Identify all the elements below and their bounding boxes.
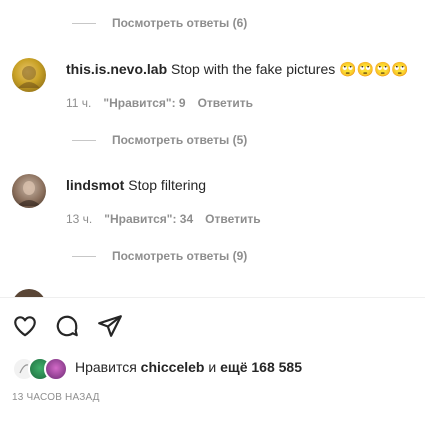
- reply-button[interactable]: Ответить: [198, 96, 253, 110]
- liker-avatar-3: [44, 357, 68, 381]
- comment-time: 13 ч.: [66, 212, 93, 226]
- comment-meta-2: 13 ч. "Нравится": 34 Ответить: [66, 212, 261, 226]
- share-icon[interactable]: [97, 313, 123, 344]
- comment-likes[interactable]: "Нравится": 34: [104, 212, 193, 226]
- comment-body-2: lindsmot Stop filtering: [66, 176, 206, 194]
- comment-time: 11 ч.: [66, 96, 92, 110]
- view-replies-2[interactable]: Посмотреть ответы (9): [72, 249, 247, 263]
- comment-text: Stop filtering: [128, 177, 207, 193]
- comment-body-1: this.is.nevo.lab Stop with the fake pict…: [66, 60, 409, 78]
- comment-icon[interactable]: [54, 313, 80, 344]
- avatar-this-is-nevo-lab[interactable]: [12, 58, 46, 92]
- section-divider: [0, 297, 425, 298]
- view-replies-1[interactable]: Посмотреть ответы (5): [72, 133, 247, 147]
- reply-button[interactable]: Ответить: [205, 212, 260, 226]
- comment-username[interactable]: this.is.nevo.lab: [66, 61, 167, 77]
- likes-summary[interactable]: Нравится chicceleb и ещё 168 585: [75, 359, 302, 375]
- view-replies-top[interactable]: Посмотреть ответы (6): [72, 16, 247, 30]
- liker-avatars[interactable]: [12, 357, 72, 381]
- likes-user[interactable]: chicceleb: [141, 359, 205, 375]
- post-timestamp: 13 ЧАСОВ НАЗАД: [12, 392, 100, 403]
- replies-divider-line: [72, 255, 96, 257]
- comment-username[interactable]: lindsmot: [66, 177, 124, 193]
- likes-count[interactable]: ещё 168 585: [220, 359, 302, 375]
- heart-icon[interactable]: [12, 313, 38, 344]
- likes-middle: и: [208, 359, 217, 375]
- avatar-lindsmot[interactable]: [12, 174, 46, 208]
- comment-text: Stop with the fake pictures 🙄🙄🙄🙄: [171, 61, 409, 77]
- view-replies-label[interactable]: Посмотреть ответы (5): [112, 133, 247, 147]
- view-replies-label[interactable]: Посмотреть ответы (6): [112, 16, 247, 30]
- likes-prefix: Нравится: [75, 359, 137, 375]
- avatar-image: [18, 66, 40, 88]
- comment-meta-1: 11 ч. "Нравится": 9 Ответить: [66, 96, 253, 110]
- replies-divider-line: [72, 22, 96, 24]
- replies-divider-line: [72, 139, 96, 141]
- comment-likes[interactable]: "Нравится": 9: [103, 96, 185, 110]
- view-replies-label[interactable]: Посмотреть ответы (9): [112, 249, 247, 263]
- avatar-image: [17, 181, 41, 206]
- avatar-partial: [12, 289, 46, 297]
